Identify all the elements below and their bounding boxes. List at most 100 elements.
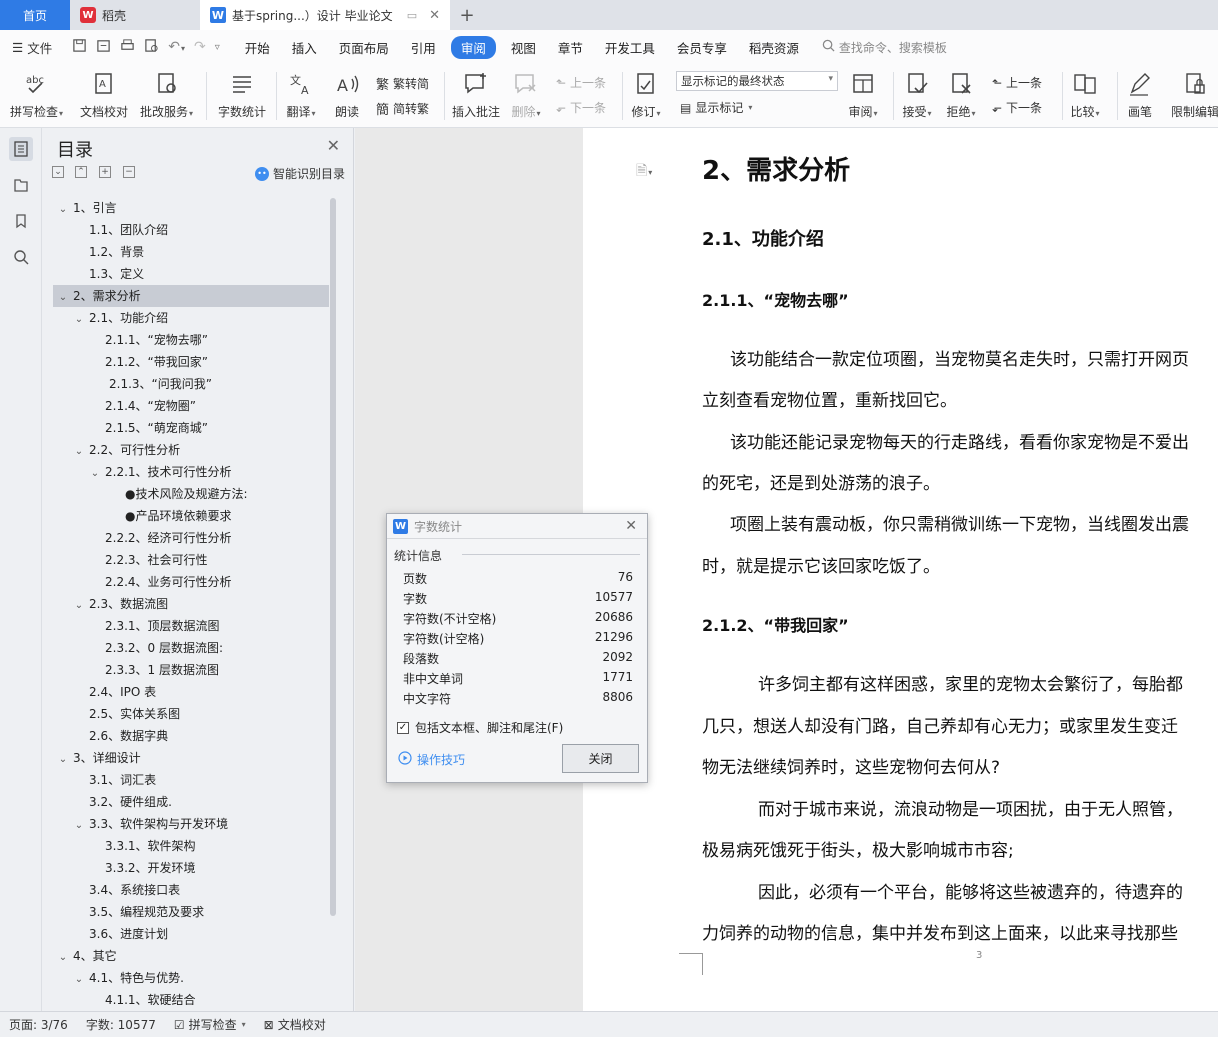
- toc-item[interactable]: 1.3、定义: [53, 263, 329, 285]
- menu-review[interactable]: 审阅: [450, 35, 496, 59]
- toc-item[interactable]: 3.3.2、开发环境: [53, 857, 329, 879]
- toc-item[interactable]: ⌄ 2、需求分析: [53, 285, 329, 307]
- chevron-down-icon[interactable]: ⌄: [73, 815, 85, 837]
- chevron-down-icon[interactable]: ⌄: [57, 199, 69, 221]
- toc-item[interactable]: 3.4、系统接口表: [53, 879, 329, 901]
- menu-references[interactable]: 引用: [400, 36, 447, 59]
- toc-item[interactable]: ⌄ 2.3、数据流图: [53, 593, 329, 615]
- toc-item[interactable]: 3.5、编程规范及要求: [53, 901, 329, 923]
- toc-item[interactable]: 3.2、硬件组成.: [53, 791, 329, 813]
- read-aloud-button[interactable]: A 朗读: [332, 64, 362, 120]
- status-spellcheck[interactable]: ☑ 拼写检查 ▾: [165, 1016, 255, 1033]
- toc-item[interactable]: ⌄ 1、引言: [53, 197, 329, 219]
- toc-item[interactable]: ⌄ 4、其它: [53, 945, 329, 967]
- close-button[interactable]: 关闭: [562, 744, 639, 773]
- show-markup-button[interactable]: ▤ 显示标记 ▾: [680, 99, 752, 116]
- print-preview-icon[interactable]: [144, 38, 159, 57]
- prev-change-button[interactable]: ⬑ 上一条: [992, 74, 1042, 91]
- page-tool-icon[interactable]: 🗎▾: [636, 160, 652, 184]
- menu-developer[interactable]: 开发工具: [594, 36, 666, 59]
- translate-button[interactable]: 文A 翻译▾: [286, 64, 316, 120]
- insert-comment-button[interactable]: 插入批注: [452, 64, 500, 120]
- tab-close-icon[interactable]: ✕: [429, 8, 440, 23]
- menu-page-layout[interactable]: 页面布局: [328, 36, 400, 59]
- toc-item[interactable]: 2.6、数据字典: [53, 725, 329, 747]
- export-icon[interactable]: [96, 38, 111, 57]
- to-traditional-button[interactable]: 繁 繁转简: [376, 74, 429, 93]
- chevron-down-icon[interactable]: ⌄: [89, 463, 101, 485]
- toc-item[interactable]: 4.1.1、软硬结合: [53, 989, 329, 1005]
- toc-item[interactable]: 3.3.1、软件架构: [53, 835, 329, 857]
- menu-member[interactable]: 会员专享: [666, 36, 738, 59]
- tips-link[interactable]: 操作技巧: [398, 751, 465, 768]
- toc-item[interactable]: 2.2.3、社会可行性: [53, 549, 329, 571]
- add-level-icon[interactable]: +: [99, 166, 111, 178]
- accept-button[interactable]: 接受▾: [902, 64, 932, 120]
- toc-item[interactable]: 2.3.2、0 层数据流图:: [53, 637, 329, 659]
- close-icon[interactable]: ✕: [327, 136, 340, 155]
- delete-comment-button[interactable]: 删除▾: [511, 64, 541, 120]
- toc-item[interactable]: ⌄ 4.1、特色与优势.: [53, 967, 329, 989]
- chevron-down-icon[interactable]: ⌄: [73, 969, 85, 991]
- toc-item[interactable]: 1.1、团队介绍: [53, 219, 329, 241]
- spellcheck-button[interactable]: abc 拼写检查▾: [10, 64, 63, 120]
- undo-icon[interactable]: ↶▾: [168, 39, 185, 55]
- status-words[interactable]: 字数: 10577: [77, 1016, 165, 1033]
- toc-scrollbar[interactable]: [330, 198, 336, 916]
- chevron-down-icon[interactable]: ⌄: [57, 287, 69, 309]
- remove-level-icon[interactable]: −: [123, 166, 135, 178]
- status-doc-check[interactable]: ⊠ 文档校对: [255, 1016, 335, 1033]
- doc-check-button[interactable]: A 文档校对: [80, 64, 128, 120]
- dialog-header[interactable]: W 字数统计: [387, 514, 647, 539]
- toc-item[interactable]: ⌄ 2.2、可行性分析: [53, 439, 329, 461]
- tab-daoke[interactable]: W 稻壳: [70, 0, 200, 30]
- chevron-down-icon[interactable]: ⌄: [73, 309, 85, 331]
- menu-start[interactable]: 开始: [234, 36, 281, 59]
- menu-daoke-resources[interactable]: 稻壳资源: [738, 36, 810, 59]
- save-icon[interactable]: [72, 38, 87, 57]
- track-changes-button[interactable]: 修订▾: [631, 64, 661, 120]
- toc-item[interactable]: 3.6、进度计划: [53, 923, 329, 945]
- bookmark-icon[interactable]: [9, 209, 33, 233]
- toc-item[interactable]: 2.5、实体关系图: [53, 703, 329, 725]
- chevron-down-icon[interactable]: ⌄: [57, 947, 69, 969]
- toc-item[interactable]: 2.2.4、业务可行性分析: [53, 571, 329, 593]
- find-icon[interactable]: [9, 245, 33, 269]
- review-pane-button[interactable]: 审阅▾: [848, 64, 878, 120]
- toc-panel-icon[interactable]: [9, 137, 33, 161]
- toc-item[interactable]: ⌄ 3.3、软件架构与开发环境: [53, 813, 329, 835]
- compare-button[interactable]: 比较▾: [1070, 64, 1100, 120]
- file-menu-button[interactable]: ☰ 文件: [0, 38, 64, 57]
- command-search[interactable]: 查找命令、搜索模板: [822, 39, 947, 56]
- reject-button[interactable]: 拒绝▾: [946, 64, 976, 120]
- toc-item[interactable]: 2.2.2、经济可行性分析: [53, 527, 329, 549]
- expand-up-icon[interactable]: ⌃: [75, 166, 87, 178]
- toc-item[interactable]: 2.1.1、“宠物去哪”: [53, 329, 329, 351]
- word-count-button[interactable]: 字数统计: [218, 64, 266, 120]
- next-comment-button[interactable]: ⬐ 下一条: [556, 99, 606, 116]
- toc-item[interactable]: 2.1.2、“带我回家”: [53, 351, 329, 373]
- new-tab-button[interactable]: +: [450, 0, 484, 30]
- tab-document[interactable]: W 基于spring...）设计 毕业论文 ▭ ✕: [200, 0, 450, 30]
- next-change-button[interactable]: ⬐ 下一条: [992, 99, 1042, 116]
- smart-toc-button[interactable]: •• 智能识别目录: [254, 165, 345, 182]
- toc-item[interactable]: ⌄ 3、详细设计: [53, 747, 329, 769]
- toc-item[interactable]: 2.1.5、“萌宠商城”: [53, 417, 329, 439]
- toc-item[interactable]: 1.2、背景: [53, 241, 329, 263]
- toc-item[interactable]: 2.1.3、“问我问我”: [53, 373, 329, 395]
- print-icon[interactable]: [120, 38, 135, 57]
- chapter-nav-icon[interactable]: [9, 173, 33, 197]
- toc-item[interactable]: 3.1、词汇表: [53, 769, 329, 791]
- revise-service-button[interactable]: 批改服务▾: [140, 64, 193, 120]
- toc-item[interactable]: 2.1.4、“宠物圈”: [53, 395, 329, 417]
- menu-view[interactable]: 视图: [500, 36, 547, 59]
- toc-item[interactable]: ●技术风险及规避方法:: [53, 483, 329, 505]
- toc-item[interactable]: 2.4、IPO 表: [53, 681, 329, 703]
- markup-state-select[interactable]: 显示标记的最终状态 ▾: [676, 71, 838, 91]
- collapse-all-icon[interactable]: ⌄: [52, 166, 64, 178]
- include-textbox-checkbox[interactable]: ✓ 包括文本框、脚注和尾注(F): [397, 719, 563, 736]
- tab-home[interactable]: 首页: [0, 0, 70, 30]
- redo-icon[interactable]: ↷: [194, 39, 206, 55]
- to-simplified-button[interactable]: 簡 简转繁: [376, 99, 429, 118]
- tab-pin-icon[interactable]: ▭: [407, 9, 417, 22]
